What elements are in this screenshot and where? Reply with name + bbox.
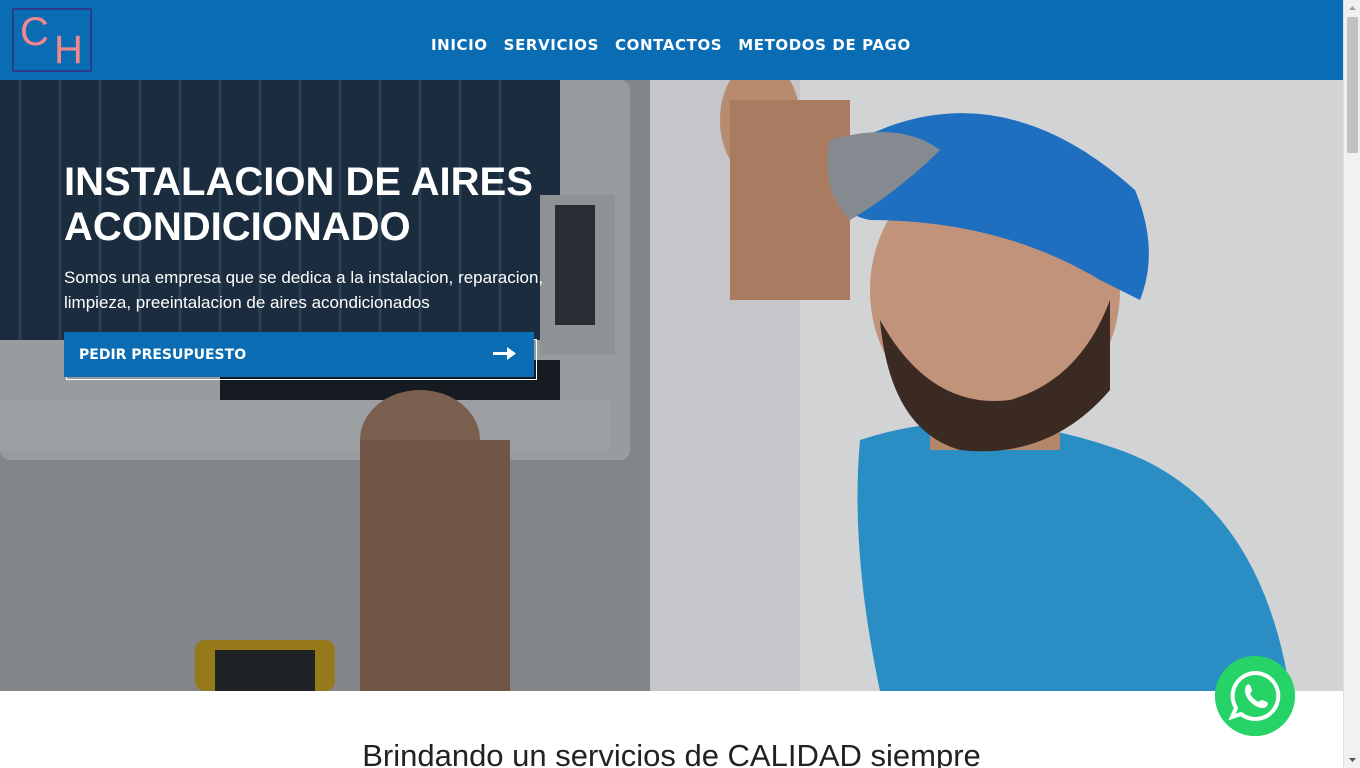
site-logo[interactable]: C H (12, 8, 92, 72)
scroll-up-arrow-icon[interactable] (1344, 0, 1360, 17)
main-nav: INICIO SERVICIOS CONTACTOS METODOS DE PA… (423, 30, 919, 60)
vertical-scrollbar[interactable] (1343, 0, 1360, 768)
nav-item-contactos[interactable]: CONTACTOS (607, 30, 730, 60)
whatsapp-button[interactable] (1215, 656, 1295, 736)
logo-letter-h: H (54, 28, 83, 72)
page: C H INICIO SERVICIOS CONTACTOS METODOS D… (0, 0, 1360, 768)
request-quote-button[interactable]: PEDIR PRESUPUESTO (64, 332, 534, 377)
logo-letter-c: C (20, 10, 49, 54)
scroll-down-arrow-icon[interactable] (1344, 751, 1360, 768)
scrollbar-thumb[interactable] (1347, 17, 1358, 153)
nav-item-servicios[interactable]: SERVICIOS (496, 30, 607, 60)
hero-section: INSTALACION DE AIRES ACONDICIONADO Somos… (0, 80, 1343, 691)
arrow-right-icon (493, 347, 516, 360)
request-quote-label: PEDIR PRESUPUESTO (79, 346, 247, 363)
hero-description: Somos una empresa que se dedica a la ins… (64, 268, 544, 312)
section-tagline: Brindando un servicios de CALIDAD siempr… (362, 738, 981, 768)
nav-item-metodos-de-pago[interactable]: METODOS DE PAGO (730, 30, 919, 60)
nav-item-inicio[interactable]: INICIO (423, 30, 496, 60)
whatsapp-icon (1215, 656, 1295, 736)
hero-title: INSTALACION DE AIRES ACONDICIONADO (64, 160, 533, 249)
site-header: C H INICIO SERVICIOS CONTACTOS METODOS D… (0, 0, 1343, 80)
